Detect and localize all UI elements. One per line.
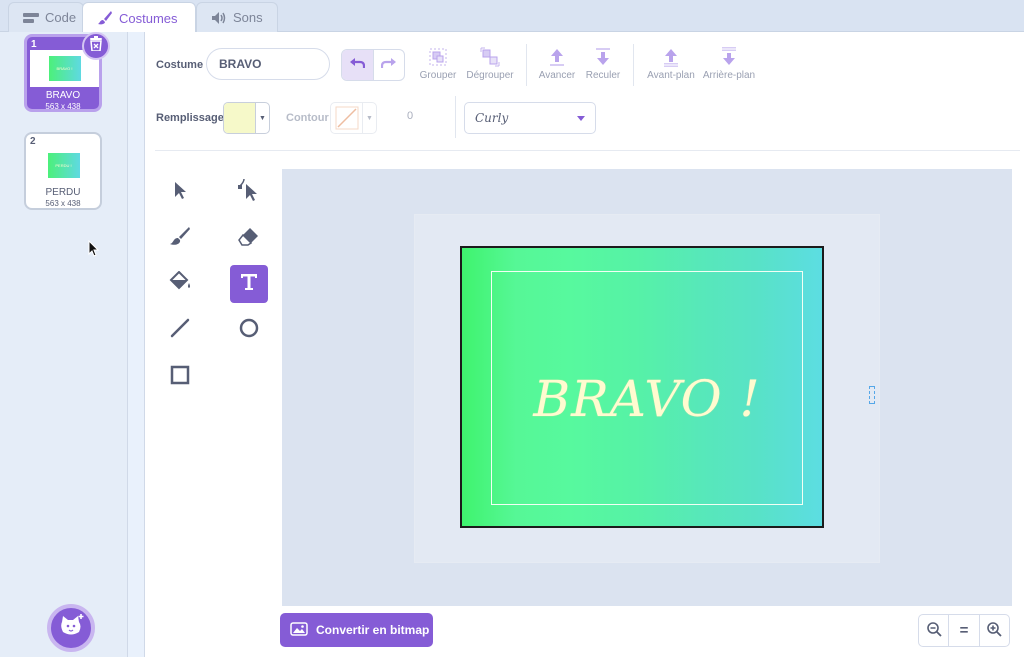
group-label: Grouper — [419, 70, 457, 81]
trash-icon — [89, 36, 103, 56]
eraser-icon — [238, 226, 260, 251]
arrow-pointer-icon — [172, 180, 188, 205]
costume-name: BRAVO — [45, 90, 81, 101]
front-label: Avant-plan — [647, 70, 695, 81]
costume-list — [0, 32, 128, 657]
font-dropdown[interactable]: Curly — [464, 102, 596, 134]
circle-icon — [238, 317, 260, 344]
zoom-in-icon — [986, 621, 1002, 641]
fill-label: Remplissage — [156, 112, 224, 124]
fill-color-swatch — [224, 103, 256, 133]
ungroup-icon — [480, 47, 500, 70]
tab-code-label: Code — [45, 10, 77, 25]
delete-costume-button[interactable] — [82, 32, 110, 60]
backward-label: Reculer — [585, 70, 621, 81]
group-icon — [428, 47, 448, 70]
backward-icon — [594, 47, 612, 70]
tab-code[interactable]: Code — [8, 2, 84, 32]
outline-color-picker[interactable]: ▼ — [330, 102, 377, 134]
chevron-down-icon: ▼ — [259, 114, 266, 122]
tab-costumes-label: Costumes — [119, 10, 178, 26]
toolbar-divider — [455, 96, 456, 138]
ungroup-label: Dégrouper — [466, 70, 514, 81]
convert-label: Convertir en bitmap — [316, 623, 430, 637]
undo-redo-group — [341, 49, 405, 81]
redo-button[interactable] — [374, 50, 405, 80]
select-tool[interactable] — [161, 173, 199, 211]
back-button[interactable]: Arrière-plan — [701, 46, 757, 81]
tab-sons[interactable]: Sons — [196, 2, 278, 32]
paintbrush-icon — [97, 10, 113, 26]
font-dropdown-value: Curly — [475, 111, 509, 125]
reshape-pointer-icon — [238, 178, 260, 207]
ungroup-button[interactable]: Dégrouper — [464, 46, 516, 81]
line-icon — [169, 317, 191, 344]
forward-label: Avancer — [538, 70, 576, 81]
tab-bar: Code Costumes Sons — [0, 0, 1024, 33]
text-t-icon — [239, 272, 259, 297]
scroll-handle[interactable] — [869, 386, 875, 404]
costume-number: 1 — [31, 39, 37, 50]
choose-costume-button[interactable] — [47, 604, 95, 652]
undo-button[interactable] — [342, 50, 374, 80]
costume-name: PERDU — [45, 187, 81, 198]
costume-size: 563 x 438 — [45, 199, 81, 208]
costume-item-perdu[interactable]: 2 PERDU ! PERDU 563 x 438 — [24, 132, 102, 210]
brush-tool[interactable] — [161, 219, 199, 257]
zoom-out-button[interactable] — [919, 615, 950, 646]
redo-icon — [380, 56, 397, 74]
outline-label: Contour — [286, 112, 329, 124]
thumbnail-preview: PERDU ! — [47, 153, 80, 178]
costume-size: 563 x 438 — [45, 102, 81, 111]
group-button[interactable]: Grouper — [418, 46, 458, 81]
costume-name-input[interactable] — [206, 48, 330, 80]
sidebar-divider — [128, 32, 145, 657]
tab-costumes[interactable]: Costumes — [82, 2, 196, 33]
square-icon — [169, 364, 191, 391]
costume-number: 2 — [30, 136, 36, 147]
fill-tool[interactable] — [161, 265, 199, 303]
tab-sons-label: Sons — [233, 10, 263, 25]
brush-icon — [169, 226, 191, 251]
backward-button[interactable]: Reculer — [584, 46, 622, 81]
toolbar-divider — [155, 150, 1020, 151]
send-to-back-icon — [720, 46, 738, 70]
speaker-icon — [211, 11, 227, 25]
zoom-out-icon — [926, 621, 942, 641]
canvas-text[interactable]: BRAVO ! — [491, 370, 803, 428]
bring-to-front-icon — [662, 47, 680, 70]
line-tool[interactable] — [161, 311, 199, 349]
eraser-tool[interactable] — [230, 219, 268, 257]
chevron-down-icon — [577, 115, 585, 121]
forward-button[interactable]: Avancer — [536, 46, 578, 81]
mouse-pointer-icon — [88, 239, 100, 262]
paint-bucket-icon — [168, 270, 192, 298]
circle-tool[interactable] — [230, 311, 268, 349]
reshape-tool[interactable] — [230, 173, 268, 211]
zoom-controls: = — [918, 614, 1010, 647]
toolbar-divider — [633, 44, 634, 86]
text-tool[interactable] — [230, 265, 268, 303]
zoom-reset-button[interactable]: = — [949, 615, 980, 646]
undo-icon — [349, 56, 366, 74]
thumbnail-preview: BRAVO ! — [48, 56, 81, 81]
rectangle-tool[interactable] — [161, 358, 199, 396]
code-blocks-icon — [23, 12, 39, 24]
outline-width-input[interactable]: 0 — [398, 110, 422, 122]
convert-to-bitmap-button[interactable]: Convertir en bitmap — [280, 613, 433, 647]
cat-add-icon — [58, 613, 84, 643]
toolbar-divider — [526, 44, 527, 86]
fill-color-picker[interactable]: ▼ — [223, 102, 270, 134]
no-outline-swatch — [331, 103, 363, 133]
image-icon — [290, 621, 308, 639]
costume-thumbnail: PERDU ! — [29, 147, 98, 184]
front-button[interactable]: Avant-plan — [644, 46, 698, 81]
back-label: Arrière-plan — [702, 70, 756, 81]
zoom-in-button[interactable] — [980, 615, 1009, 646]
forward-icon — [548, 47, 566, 70]
chevron-down-icon: ▼ — [366, 114, 373, 122]
costume-name-label: Costume — [156, 59, 204, 71]
